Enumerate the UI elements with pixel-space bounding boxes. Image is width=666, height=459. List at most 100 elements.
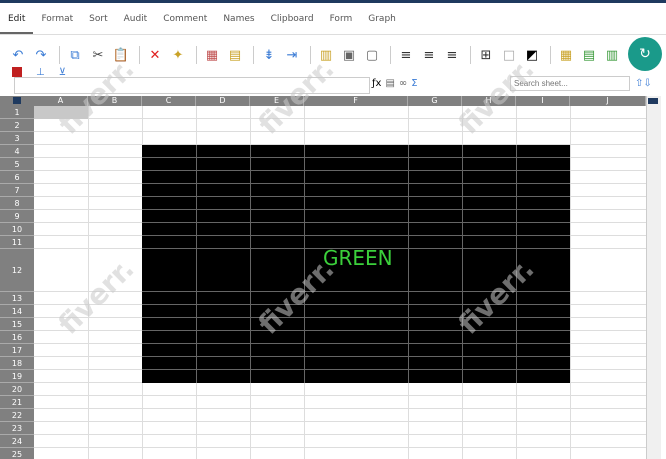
format-cell-icon[interactable]: ▦ — [202, 45, 222, 65]
row-header[interactable]: 4 — [0, 145, 34, 158]
row-header[interactable]: 2 — [0, 119, 34, 132]
row-header[interactable]: 5 — [0, 158, 34, 171]
column-header[interactable]: G — [408, 96, 462, 106]
link-icon[interactable]: ∞ — [399, 78, 407, 89]
borders-icon[interactable]: ⊞ — [476, 45, 496, 65]
row-header[interactable]: 25 — [0, 448, 34, 459]
delete-icon[interactable]: ✕ — [145, 45, 165, 65]
menu-comment[interactable]: Comment — [155, 4, 215, 34]
grid-line — [196, 145, 197, 383]
row-header[interactable]: 14 — [0, 305, 34, 318]
grid-line — [250, 145, 251, 383]
formula-tools: ƒx ▤ ∞ Σ — [372, 78, 418, 89]
scroll-thumb[interactable] — [648, 98, 658, 104]
row-header[interactable]: 21 — [0, 396, 34, 409]
row-header[interactable]: 20 — [0, 383, 34, 396]
insert-column-icon[interactable]: ⇥ — [282, 45, 302, 65]
divider — [253, 46, 254, 64]
filter-icon[interactable]: ⊻ — [59, 67, 66, 78]
grid-line — [142, 157, 570, 158]
cell-text: GREEN — [323, 246, 393, 270]
copy-icon[interactable]: ⧉ — [65, 45, 85, 65]
row-header[interactable]: 16 — [0, 331, 34, 344]
row-header[interactable]: 24 — [0, 435, 34, 448]
grid-line — [142, 196, 570, 197]
menu-graph[interactable]: Graph — [360, 4, 404, 34]
menu-bar: Edit Format Sort Audit Comment Names Cli… — [0, 4, 666, 35]
refresh-button[interactable]: ↻ — [628, 37, 662, 71]
column-header[interactable]: I — [516, 96, 570, 106]
grid-line — [34, 434, 646, 435]
undo-icon[interactable]: ↶ — [8, 45, 28, 65]
column-header[interactable]: J — [570, 96, 646, 106]
row-header[interactable]: 15 — [0, 318, 34, 331]
grid-line — [34, 408, 646, 409]
row-header[interactable]: 6 — [0, 171, 34, 184]
split-icon[interactable]: ▢ — [362, 45, 382, 65]
align-center-icon[interactable]: ≡ — [419, 45, 439, 65]
row-header[interactable]: 10 — [0, 223, 34, 236]
grid-line — [142, 170, 570, 171]
insert-sheet-icon[interactable]: ▤ — [579, 45, 599, 65]
column-header[interactable]: D — [196, 96, 250, 106]
row-header[interactable]: 22 — [0, 409, 34, 422]
divider — [59, 46, 60, 64]
grid-icon[interactable]: ▦ — [556, 45, 576, 65]
menu-audit[interactable]: Audit — [116, 4, 156, 34]
cut-icon[interactable]: ✂ — [88, 45, 108, 65]
grid-line — [142, 330, 570, 331]
row-header[interactable]: 9 — [0, 210, 34, 223]
row-header[interactable]: 12 — [0, 249, 34, 292]
arrow-down-icon[interactable]: ⇩ — [643, 78, 651, 89]
grid-line — [142, 317, 570, 318]
column-header[interactable]: C — [142, 96, 196, 106]
align-right-icon[interactable]: ≡ — [442, 45, 462, 65]
insert-row-icon[interactable]: ⇟ — [259, 45, 279, 65]
menu-sort[interactable]: Sort — [81, 4, 115, 34]
grid-line — [142, 356, 570, 357]
row-header[interactable]: 17 — [0, 344, 34, 357]
menu-form[interactable]: Form — [322, 4, 361, 34]
merge-icon[interactable]: ▣ — [339, 45, 359, 65]
grid-line — [142, 235, 570, 236]
row-header[interactable]: 23 — [0, 422, 34, 435]
menu-edit[interactable]: Edit — [0, 4, 34, 34]
redo-icon[interactable]: ↷ — [31, 45, 51, 65]
divider — [196, 46, 197, 64]
menu-clipboard[interactable]: Clipboard — [263, 4, 322, 34]
align-left-icon[interactable]: ≡ — [396, 45, 416, 65]
row-header[interactable]: 11 — [0, 236, 34, 249]
magic-wand-icon[interactable]: ✦ — [168, 45, 188, 65]
function-icon[interactable]: ƒx — [372, 78, 381, 89]
grid-line — [408, 145, 409, 383]
sum-icon[interactable]: Σ — [411, 78, 417, 89]
row-header[interactable]: 19 — [0, 370, 34, 383]
menu-names[interactable]: Names — [215, 4, 262, 34]
row-header[interactable]: 18 — [0, 357, 34, 370]
row-header[interactable]: 1 — [0, 106, 34, 119]
grid-corner[interactable] — [0, 96, 34, 106]
edit-cell-icon[interactable]: ▤ — [225, 45, 245, 65]
row-header[interactable]: 13 — [0, 292, 34, 305]
divider — [550, 46, 551, 64]
list-icon[interactable]: ▤ — [385, 78, 394, 89]
grid-line — [34, 395, 646, 396]
row-header[interactable]: 3 — [0, 132, 34, 145]
sort-icon[interactable]: ⊥ — [36, 67, 45, 78]
grid-line — [142, 209, 570, 210]
row-header[interactable]: 7 — [0, 184, 34, 197]
row-header[interactable]: 8 — [0, 197, 34, 210]
divider — [139, 46, 140, 64]
stop-icon[interactable] — [12, 67, 22, 77]
save-icon[interactable] — [13, 97, 21, 104]
menu-format[interactable]: Format — [33, 4, 81, 34]
sheet-icon[interactable]: ▥ — [602, 45, 622, 65]
grid-line — [142, 369, 570, 370]
vertical-scrollbar[interactable] — [646, 96, 661, 459]
grid-line — [462, 145, 463, 383]
grid-line — [34, 118, 646, 119]
column-header[interactable]: F — [304, 96, 408, 106]
search-nav: ⇧⇩ — [635, 78, 652, 89]
refresh-icon: ↻ — [639, 46, 651, 62]
top-border — [0, 0, 666, 3]
